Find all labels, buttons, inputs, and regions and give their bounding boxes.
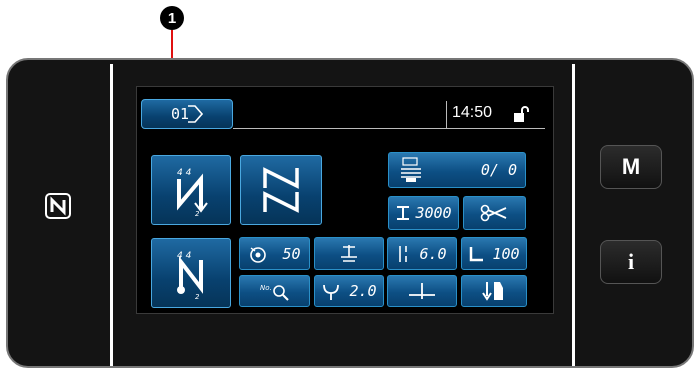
header-underline <box>233 128 545 129</box>
fork-button[interactable]: 2.0 <box>314 275 384 307</box>
menu-button[interactable]: M <box>600 145 662 189</box>
lock-open-icon[interactable] <box>512 105 530 123</box>
tension-value: 50 <box>282 244 301 263</box>
right-divider <box>572 64 575 366</box>
clock: 14:50 <box>452 104 493 121</box>
reverse-stitch-icon: 4 4 2 <box>177 168 208 217</box>
pattern-search-button[interactable]: No. <box>239 275 310 307</box>
header-separator <box>446 101 447 128</box>
presser-foot-icon <box>341 244 357 262</box>
corner-icon <box>470 246 484 261</box>
info-button[interactable]: i <box>600 240 662 284</box>
sewing-mode-button-1[interactable]: 4 4 2 <box>151 155 231 225</box>
thread-trimmer-button[interactable] <box>463 196 526 230</box>
corner-button[interactable]: 100 <box>461 237 527 270</box>
needle-position-icon <box>409 283 435 299</box>
tension-dial-icon <box>250 246 267 263</box>
fork-value: 2.0 <box>349 282 377 300</box>
pattern-arrow-icon <box>188 105 204 123</box>
bobbin-counter-button[interactable]: 0/ 0 <box>388 152 526 188</box>
presser-foot-button[interactable] <box>314 237 384 270</box>
multi-layer-stitch-icon <box>263 167 299 213</box>
stitch-counter-icon <box>397 206 410 220</box>
presser-value: 100 <box>492 244 520 263</box>
tension-button[interactable]: 50 <box>239 237 310 270</box>
nfc-icon <box>44 192 72 220</box>
stitch-length-value: 6.0 <box>419 244 447 263</box>
svg-text:2: 2 <box>195 210 200 217</box>
search-no-icon: No. <box>260 284 289 301</box>
feed-button[interactable] <box>461 275 527 307</box>
stitch-pattern-button[interactable] <box>240 155 322 225</box>
overlap-stitch-icon: 4 4 2 <box>177 251 203 300</box>
thread-trimmer-icon <box>480 204 506 222</box>
stitch-length-icon <box>399 245 408 262</box>
feed-icon <box>482 282 503 301</box>
callout-number: 1 <box>160 6 184 30</box>
svg-text:4 4: 4 4 <box>177 168 192 178</box>
svg-text:No.: No. <box>260 284 272 292</box>
bobbin-counter-value: 0/ 0 <box>480 161 517 179</box>
bobbin-counter-icon <box>401 157 421 182</box>
stitch-length-button[interactable]: 6.0 <box>387 237 457 270</box>
needle-position-button[interactable] <box>387 275 457 307</box>
svg-text:2: 2 <box>195 293 200 300</box>
fork-icon <box>323 284 340 300</box>
sewing-mode-button-2[interactable]: 4 4 2 <box>151 238 231 308</box>
left-divider <box>110 64 113 366</box>
stitch-count-value: 3000 <box>415 204 452 222</box>
pattern-number-button[interactable]: 01 <box>141 99 233 129</box>
stitch-counter-button[interactable]: 3000 <box>388 196 459 230</box>
